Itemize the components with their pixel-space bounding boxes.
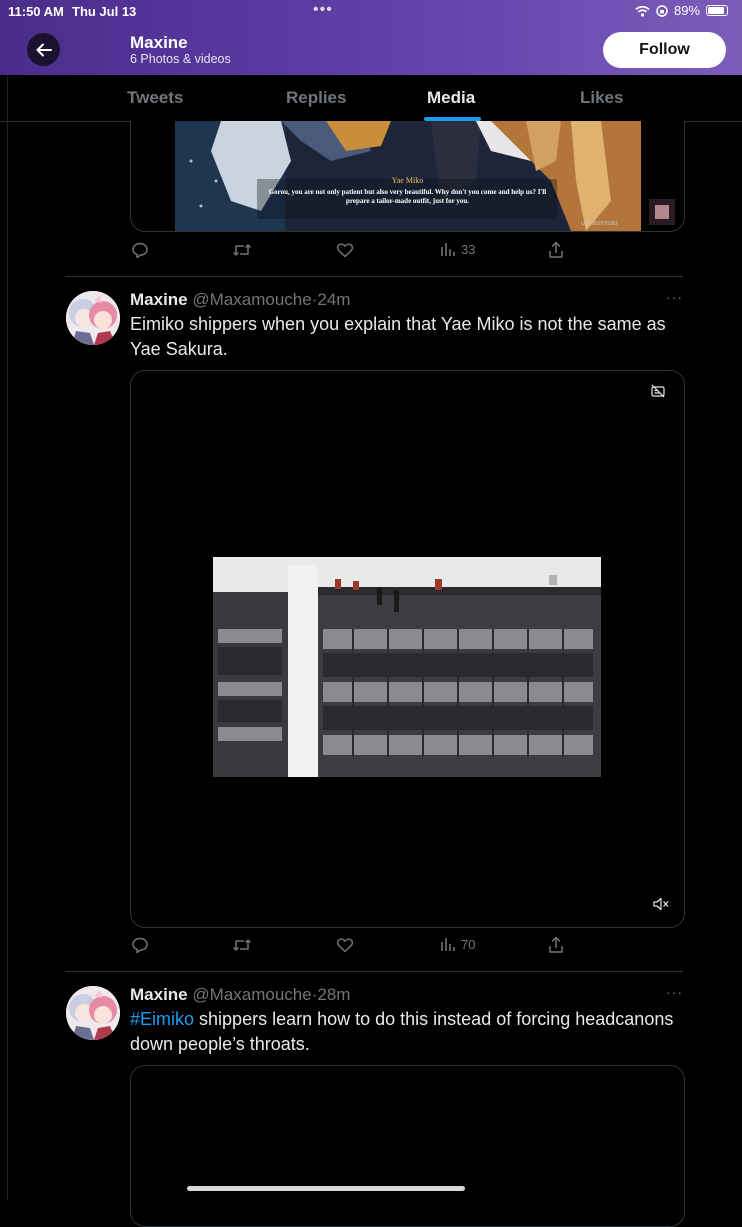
battery-level <box>708 7 724 14</box>
tweet-time[interactable]: 28m <box>317 985 350 1004</box>
share-button[interactable] <box>548 936 564 954</box>
column-border <box>7 75 8 1200</box>
share-icon <box>549 241 563 258</box>
avatar-image <box>66 986 120 1040</box>
tweet-video[interactable] <box>130 1065 685 1227</box>
mute-icon[interactable] <box>653 897 669 911</box>
battery-percent: 89% <box>673 3 700 18</box>
views-button[interactable]: 33 <box>439 241 475 257</box>
wifi-icon <box>635 5 650 17</box>
subtitle-text: Gorou, you are not only patient but also… <box>268 188 547 205</box>
back-button[interactable] <box>27 33 60 66</box>
status-bar: 11:50 AM Thu Jul 13 ••• 89% <box>0 0 742 24</box>
like-button[interactable] <box>336 936 354 954</box>
views-count: 70 <box>461 936 476 952</box>
author-handle[interactable]: @Maxamouche <box>192 985 311 1004</box>
home-indicator[interactable] <box>187 1186 465 1191</box>
reply-icon <box>132 242 148 259</box>
tweet-media-image[interactable]: Yae Miko Gorou, you are not only patient… <box>130 121 685 232</box>
retweet-button[interactable] <box>232 936 252 954</box>
status-date: Thu Jul 13 <box>72 4 137 19</box>
profile-tabs: Tweets Replies Media Likes <box>0 75 742 122</box>
retweet-icon <box>232 244 252 256</box>
reply-icon <box>132 937 148 954</box>
author-handle[interactable]: @Maxamouche <box>192 290 311 309</box>
tweet-divider <box>65 971 683 972</box>
avatar[interactable] <box>66 986 120 1040</box>
status-indicators: 89% <box>635 3 728 18</box>
more-options-button[interactable]: ··· <box>666 984 683 1000</box>
hashtag-link[interactable]: #Eimiko <box>130 1009 194 1029</box>
views-button[interactable]: 70 <box>439 936 475 952</box>
tweet-divider <box>65 276 683 277</box>
tweet-text: Eimiko shippers when you explain that Ya… <box>130 314 666 359</box>
tweet-text: #Eimiko shippers learn how to do this in… <box>130 1007 685 1057</box>
views-icon <box>441 938 455 951</box>
captions-off-icon[interactable] <box>651 384 665 398</box>
views-icon <box>441 243 455 256</box>
back-arrow-icon <box>36 43 52 56</box>
tab-replies[interactable]: Replies <box>286 88 346 108</box>
heart-icon <box>336 938 354 953</box>
author-name[interactable]: Maxine <box>130 290 188 309</box>
share-icon <box>549 936 563 953</box>
media-count: 6 Photos & videos <box>130 52 231 66</box>
reply-button[interactable] <box>131 241 149 259</box>
avatar-image <box>66 291 120 345</box>
tweet-actions: 33 <box>130 241 570 261</box>
reply-button[interactable] <box>131 936 149 954</box>
video-frame <box>213 557 601 777</box>
game-uid: UID: 802976583 <box>581 221 618 227</box>
status-time: 11:50 AM <box>8 4 64 19</box>
like-button[interactable] <box>336 241 354 259</box>
subtitle-speaker: Yae Miko <box>391 176 424 185</box>
avatar[interactable] <box>66 291 120 345</box>
tab-media[interactable]: Media <box>427 88 475 108</box>
tweet-time[interactable]: 24m <box>317 290 350 309</box>
tweet-author: Maxine @Maxamouche·24m <box>130 290 350 310</box>
tweet-text-body: shippers learn how to do this instead of… <box>130 1009 674 1054</box>
orientation-lock-icon <box>656 4 668 17</box>
follow-button[interactable]: Follow <box>603 32 726 68</box>
tweet-author: Maxine @Maxamouche·28m <box>130 985 350 1005</box>
heart-icon <box>336 243 354 258</box>
share-button[interactable] <box>548 241 564 259</box>
retweet-icon <box>232 939 252 951</box>
views-count: 33 <box>461 241 476 257</box>
tab-tweets[interactable]: Tweets <box>127 88 183 108</box>
battery-icon <box>706 5 728 16</box>
tweet-video[interactable] <box>130 370 685 928</box>
author-name[interactable]: Maxine <box>130 985 188 1004</box>
tab-likes[interactable]: Likes <box>580 88 623 108</box>
tweet-actions: 70 <box>130 936 570 956</box>
more-options-button[interactable]: ··· <box>666 289 683 305</box>
profile-name: Maxine <box>130 33 188 52</box>
retweet-button[interactable] <box>232 241 252 259</box>
multitasking-dots[interactable]: ••• <box>313 1 333 19</box>
